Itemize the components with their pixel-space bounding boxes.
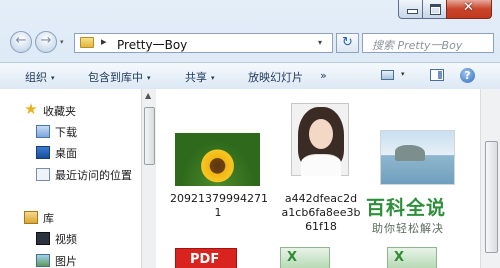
sidebar-item-pictures[interactable]: 图片 xyxy=(55,253,77,268)
file-thumbnail-pdf[interactable]: PDF xyxy=(175,248,237,268)
file-thumbnail-sunflower[interactable] xyxy=(175,133,260,186)
sidebar-item-recent-places[interactable]: 最近访问的位置 xyxy=(55,167,132,183)
file-name-line: 20921379994271 xyxy=(170,192,268,205)
file-name-line: a1cb6fa8ee3b xyxy=(281,206,361,219)
view-options-dropdown[interactable]: ▾ xyxy=(401,70,405,78)
maximize-button[interactable] xyxy=(422,0,447,19)
breadcrumb-current-folder[interactable]: Pretty一Boy xyxy=(117,36,187,53)
organize-button[interactable]: 组织 ▾ xyxy=(25,69,55,85)
close-button[interactable]: ✕ xyxy=(446,0,492,19)
include-library-label: 包含到库中 xyxy=(88,71,143,84)
refresh-button[interactable]: ↻ xyxy=(336,33,359,53)
sidebar-item-libraries[interactable]: 库 xyxy=(43,210,54,226)
organize-label: 组织 xyxy=(25,71,47,84)
chevron-down-icon: ▾ xyxy=(211,74,215,82)
forward-button[interactable]: → xyxy=(35,31,57,53)
navigation-pane: ★ 收藏夹 下载 桌面 最近访问的位置 库 视频 图片 xyxy=(0,89,141,268)
maximize-icon xyxy=(430,4,441,15)
slideshow-button[interactable]: 放映幻灯片 xyxy=(248,69,303,85)
excel-icon: X xyxy=(287,250,298,265)
file-name-line: 1 xyxy=(214,206,222,219)
file-name-line: 61f18 xyxy=(305,220,337,233)
minimize-icon xyxy=(407,9,418,14)
breadcrumb-separator-icon[interactable]: ▸ xyxy=(101,35,107,48)
include-in-library-button[interactable]: 包含到库中 ▾ xyxy=(88,69,151,85)
file-thumbnail-portrait[interactable] xyxy=(291,103,349,176)
search-placeholder: 搜索 Pretty一Boy xyxy=(372,39,463,52)
videos-icon xyxy=(36,232,50,245)
watermark-subtitle: 助你轻松解决 xyxy=(372,222,444,235)
chevron-down-icon: ▾ xyxy=(147,74,151,82)
forward-arrow-icon: → xyxy=(40,33,52,48)
sidebar-item-downloads[interactable]: 下载 xyxy=(55,124,77,140)
chevron-down-icon: ▾ xyxy=(51,74,55,82)
help-icon[interactable]: ? xyxy=(460,68,475,83)
watermark: 百科全说 助你轻松解决 xyxy=(364,193,464,239)
close-icon: ✕ xyxy=(463,0,474,15)
recent-pages-dropdown[interactable]: ▾ xyxy=(60,38,64,46)
share-button[interactable]: 共享 ▾ xyxy=(185,69,215,85)
library-icon xyxy=(24,211,38,224)
pdf-badge: PDF xyxy=(190,252,220,267)
sidebar-item-favorites[interactable]: 收藏夹 xyxy=(43,103,76,119)
file-label-sunflower[interactable]: 20921379994271 1 xyxy=(170,192,268,220)
star-icon: ★ xyxy=(24,100,38,118)
desktop-icon xyxy=(36,146,50,159)
back-button[interactable]: ← xyxy=(10,31,32,53)
scrollbar-thumb[interactable] xyxy=(144,107,155,165)
navigation-pane-scrollbar[interactable]: ▲ xyxy=(141,89,156,268)
excel-icon: X xyxy=(394,250,405,265)
file-thumbnail-excel[interactable]: X xyxy=(280,247,330,268)
file-name-line: a442dfeac2d xyxy=(284,192,358,205)
more-commands-button[interactable]: » xyxy=(320,69,327,82)
scrollbar-thumb[interactable] xyxy=(485,141,498,253)
file-thumbnail-seascape[interactable] xyxy=(380,130,455,185)
sidebar-item-videos[interactable]: 视频 xyxy=(55,231,77,247)
command-bar: 组织 ▾ 包含到库中 ▾ 共享 ▾ 放映幻灯片 » ▾ ? xyxy=(0,62,500,90)
back-arrow-icon: ← xyxy=(15,33,27,48)
preview-pane-icon[interactable] xyxy=(430,69,444,81)
file-label-portrait[interactable]: a442dfeac2d a1cb6fa8ee3b 61f18 xyxy=(274,192,368,234)
address-dropdown-icon[interactable]: ▾ xyxy=(318,38,322,47)
change-view-icon[interactable] xyxy=(381,70,394,80)
search-input[interactable]: 搜索 Pretty一Boy xyxy=(362,33,494,53)
folder-icon xyxy=(80,37,94,48)
scroll-up-icon[interactable]: ▲ xyxy=(145,91,151,100)
downloads-icon xyxy=(36,125,50,138)
sidebar-item-desktop[interactable]: 桌面 xyxy=(55,145,77,161)
file-list-scrollbar[interactable] xyxy=(480,89,500,268)
pictures-icon xyxy=(36,254,50,267)
watermark-title: 百科全说 xyxy=(366,197,447,219)
minimize-button[interactable] xyxy=(398,0,423,19)
share-label: 共享 xyxy=(185,71,207,84)
recent-places-icon xyxy=(36,168,50,181)
explorer-window: ✕ ← → ▾ ▸ Pretty一Boy ▾ ↻ 搜索 Pretty一Boy 组… xyxy=(0,0,500,268)
address-bar[interactable]: ▸ Pretty一Boy ▾ xyxy=(74,33,333,53)
file-thumbnail-excel[interactable]: X xyxy=(387,247,437,268)
